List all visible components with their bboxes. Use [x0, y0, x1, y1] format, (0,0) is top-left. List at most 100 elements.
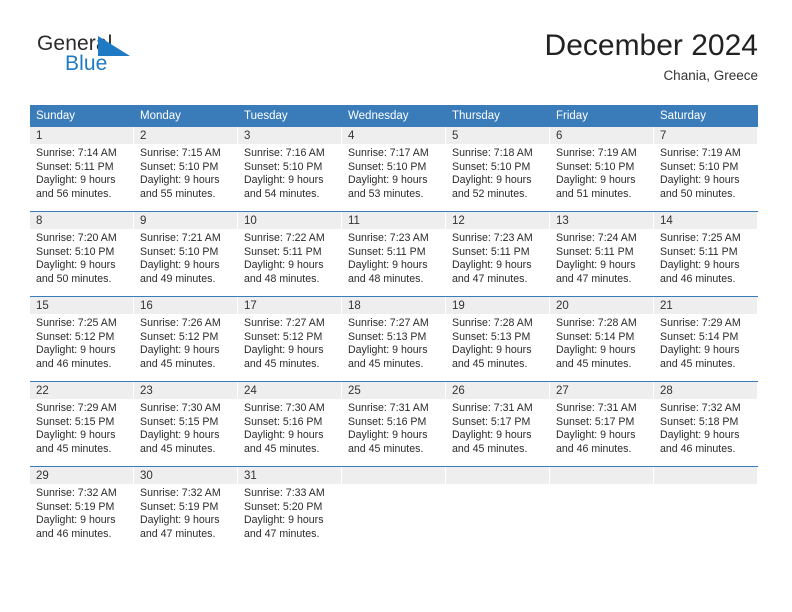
daylight-text-line2: and 45 minutes.: [244, 442, 320, 455]
calendar-cell[interactable]: 10 Sunrise: 7:22 AM Sunset: 5:11 PM Dayl…: [238, 211, 342, 297]
calendar-cell[interactable]: 7 Sunrise: 7:19 AM Sunset: 5:10 PM Dayli…: [654, 127, 758, 212]
calendar-cell[interactable]: 12 Sunrise: 7:23 AM Sunset: 5:11 PM Dayl…: [446, 211, 550, 297]
calendar-cell[interactable]: 11 Sunrise: 7:23 AM Sunset: 5:11 PM Dayl…: [342, 211, 446, 297]
calendar-cell[interactable]: 22 Sunrise: 7:29 AM Sunset: 5:15 PM Dayl…: [30, 381, 134, 467]
daylight-text-line1: Daylight: 9 hours: [556, 344, 636, 357]
day-cell[interactable]: 24 Sunrise: 7:30 AM Sunset: 5:16 PM Dayl…: [238, 382, 342, 466]
calendar-cell[interactable]: 13 Sunrise: 7:24 AM Sunset: 5:11 PM Dayl…: [550, 211, 654, 297]
sunrise-text: Sunrise: 7:14 AM: [36, 147, 117, 159]
calendar-cell[interactable]: 31 Sunrise: 7:33 AM Sunset: 5:20 PM Dayl…: [238, 466, 342, 551]
day-details: Sunrise: 7:16 AM Sunset: 5:10 PM Dayligh…: [238, 144, 341, 201]
sunset-text: Sunset: 5:12 PM: [36, 330, 115, 343]
sunrise-text: Sunrise: 7:21 AM: [140, 232, 221, 244]
day-cell[interactable]: 26 Sunrise: 7:31 AM Sunset: 5:17 PM Dayl…: [446, 382, 550, 466]
day-cell[interactable]: 29 Sunrise: 7:32 AM Sunset: 5:19 PM Dayl…: [30, 467, 134, 551]
day-cell[interactable]: 27 Sunrise: 7:31 AM Sunset: 5:17 PM Dayl…: [550, 382, 654, 466]
daylight-text-line1: Daylight: 9 hours: [660, 344, 740, 357]
day-cell[interactable]: 1 Sunrise: 7:14 AM Sunset: 5:11 PM Dayli…: [30, 127, 134, 211]
day-cell[interactable]: 22 Sunrise: 7:29 AM Sunset: 5:15 PM Dayl…: [30, 382, 134, 466]
sunset-text: Sunset: 5:11 PM: [660, 245, 738, 258]
day-cell[interactable]: 16 Sunrise: 7:26 AM Sunset: 5:12 PM Dayl…: [134, 297, 238, 381]
calendar-cell[interactable]: 15 Sunrise: 7:25 AM Sunset: 5:12 PM Dayl…: [30, 296, 134, 382]
day-cell[interactable]: 5 Sunrise: 7:18 AM Sunset: 5:10 PM Dayli…: [446, 127, 550, 211]
day-cell[interactable]: 23 Sunrise: 7:30 AM Sunset: 5:15 PM Dayl…: [134, 382, 238, 466]
sunset-text: Sunset: 5:11 PM: [244, 245, 322, 258]
calendar-cell[interactable]: 18 Sunrise: 7:27 AM Sunset: 5:13 PM Dayl…: [342, 296, 446, 382]
calendar-cell[interactable]: 20 Sunrise: 7:28 AM Sunset: 5:14 PM Dayl…: [550, 296, 654, 382]
brand-logo[interactable]: General Blue: [30, 32, 230, 88]
day-number: 3: [238, 127, 341, 144]
calendar-cell: [342, 466, 446, 551]
calendar-cell[interactable]: 8 Sunrise: 7:20 AM Sunset: 5:10 PM Dayli…: [30, 211, 134, 297]
calendar-cell[interactable]: 19 Sunrise: 7:28 AM Sunset: 5:13 PM Dayl…: [446, 296, 550, 382]
sunrise-text: Sunrise: 7:27 AM: [244, 317, 325, 329]
day-cell[interactable]: 2 Sunrise: 7:15 AM Sunset: 5:10 PM Dayli…: [134, 127, 238, 211]
page-subtitle-location: Chania, Greece: [663, 68, 758, 83]
day-cell[interactable]: 31 Sunrise: 7:33 AM Sunset: 5:20 PM Dayl…: [238, 467, 342, 551]
day-cell[interactable]: 9 Sunrise: 7:21 AM Sunset: 5:10 PM Dayli…: [134, 212, 238, 296]
daylight-text-line1: Daylight: 9 hours: [140, 259, 220, 272]
day-cell[interactable]: 7 Sunrise: 7:19 AM Sunset: 5:10 PM Dayli…: [654, 127, 758, 211]
daylight-text-line1: Daylight: 9 hours: [36, 259, 116, 272]
day-cell[interactable]: 15 Sunrise: 7:25 AM Sunset: 5:12 PM Dayl…: [30, 297, 134, 381]
day-details: Sunrise: 7:30 AM Sunset: 5:16 PM Dayligh…: [238, 399, 341, 456]
day-cell[interactable]: 8 Sunrise: 7:20 AM Sunset: 5:10 PM Dayli…: [30, 212, 134, 296]
calendar-cell[interactable]: 17 Sunrise: 7:27 AM Sunset: 5:12 PM Dayl…: [238, 296, 342, 382]
calendar-cell[interactable]: 25 Sunrise: 7:31 AM Sunset: 5:16 PM Dayl…: [342, 381, 446, 467]
day-cell[interactable]: 4 Sunrise: 7:17 AM Sunset: 5:10 PM Dayli…: [342, 127, 446, 211]
daylight-text-line2: and 47 minutes.: [244, 527, 320, 540]
calendar-cell[interactable]: 6 Sunrise: 7:19 AM Sunset: 5:10 PM Dayli…: [550, 127, 654, 212]
calendar-cell[interactable]: 29 Sunrise: 7:32 AM Sunset: 5:19 PM Dayl…: [30, 466, 134, 551]
calendar-cell[interactable]: 30 Sunrise: 7:32 AM Sunset: 5:19 PM Dayl…: [134, 466, 238, 551]
weekday-header-friday: Friday: [550, 105, 654, 127]
sunrise-text: Sunrise: 7:22 AM: [244, 232, 325, 244]
calendar-cell[interactable]: 24 Sunrise: 7:30 AM Sunset: 5:16 PM Dayl…: [238, 381, 342, 467]
day-cell[interactable]: 25 Sunrise: 7:31 AM Sunset: 5:16 PM Dayl…: [342, 382, 446, 466]
calendar-cell[interactable]: 9 Sunrise: 7:21 AM Sunset: 5:10 PM Dayli…: [134, 211, 238, 297]
calendar-cell[interactable]: 3 Sunrise: 7:16 AM Sunset: 5:10 PM Dayli…: [238, 127, 342, 212]
day-cell[interactable]: 17 Sunrise: 7:27 AM Sunset: 5:12 PM Dayl…: [238, 297, 342, 381]
day-cell[interactable]: 21 Sunrise: 7:29 AM Sunset: 5:14 PM Dayl…: [654, 297, 758, 381]
day-number: 7: [654, 127, 757, 144]
day-number: 26: [446, 382, 549, 399]
sunset-text: Sunset: 5:16 PM: [244, 415, 323, 428]
calendar-cell[interactable]: 27 Sunrise: 7:31 AM Sunset: 5:17 PM Dayl…: [550, 381, 654, 467]
day-cell[interactable]: 30 Sunrise: 7:32 AM Sunset: 5:19 PM Dayl…: [134, 467, 238, 551]
sunset-text: Sunset: 5:11 PM: [36, 160, 114, 173]
day-cell[interactable]: 10 Sunrise: 7:22 AM Sunset: 5:11 PM Dayl…: [238, 212, 342, 296]
day-details: Sunrise: 7:31 AM Sunset: 5:17 PM Dayligh…: [446, 399, 549, 456]
calendar-cell[interactable]: 4 Sunrise: 7:17 AM Sunset: 5:10 PM Dayli…: [342, 127, 446, 212]
day-cell[interactable]: 18 Sunrise: 7:27 AM Sunset: 5:13 PM Dayl…: [342, 297, 446, 381]
daylight-text-line2: and 45 minutes.: [556, 357, 632, 370]
sunset-text: Sunset: 5:10 PM: [244, 160, 323, 173]
day-cell[interactable]: 11 Sunrise: 7:23 AM Sunset: 5:11 PM Dayl…: [342, 212, 446, 296]
day-cell[interactable]: 12 Sunrise: 7:23 AM Sunset: 5:11 PM Dayl…: [446, 212, 550, 296]
day-details: Sunrise: 7:28 AM Sunset: 5:13 PM Dayligh…: [446, 314, 549, 371]
day-cell[interactable]: 3 Sunrise: 7:16 AM Sunset: 5:10 PM Dayli…: [238, 127, 342, 211]
day-cell[interactable]: 19 Sunrise: 7:28 AM Sunset: 5:13 PM Dayl…: [446, 297, 550, 381]
day-number: 13: [550, 212, 653, 229]
day-cell[interactable]: 20 Sunrise: 7:28 AM Sunset: 5:14 PM Dayl…: [550, 297, 654, 381]
calendar-cell[interactable]: 26 Sunrise: 7:31 AM Sunset: 5:17 PM Dayl…: [446, 381, 550, 467]
daylight-text-line2: and 47 minutes.: [140, 527, 216, 540]
day-cell[interactable]: 13 Sunrise: 7:24 AM Sunset: 5:11 PM Dayl…: [550, 212, 654, 296]
day-cell[interactable]: 6 Sunrise: 7:19 AM Sunset: 5:10 PM Dayli…: [550, 127, 654, 211]
calendar-cell[interactable]: 5 Sunrise: 7:18 AM Sunset: 5:10 PM Dayli…: [446, 127, 550, 212]
calendar-cell[interactable]: 14 Sunrise: 7:25 AM Sunset: 5:11 PM Dayl…: [654, 211, 758, 297]
day-cell[interactable]: 28 Sunrise: 7:32 AM Sunset: 5:18 PM Dayl…: [654, 382, 758, 466]
daylight-text-line2: and 45 minutes.: [348, 442, 424, 455]
daylight-text-line1: Daylight: 9 hours: [36, 429, 116, 442]
sunset-text: Sunset: 5:10 PM: [36, 245, 115, 258]
sunrise-text: Sunrise: 7:32 AM: [140, 487, 221, 499]
calendar-cell[interactable]: 2 Sunrise: 7:15 AM Sunset: 5:10 PM Dayli…: [134, 127, 238, 212]
brand-name-blue: Blue: [65, 52, 108, 75]
calendar-cell[interactable]: 21 Sunrise: 7:29 AM Sunset: 5:14 PM Dayl…: [654, 296, 758, 382]
calendar-cell[interactable]: 28 Sunrise: 7:32 AM Sunset: 5:18 PM Dayl…: [654, 381, 758, 467]
day-details: Sunrise: 7:25 AM Sunset: 5:12 PM Dayligh…: [30, 314, 133, 371]
calendar-cell[interactable]: 1 Sunrise: 7:14 AM Sunset: 5:11 PM Dayli…: [30, 127, 134, 212]
day-cell[interactable]: 14 Sunrise: 7:25 AM Sunset: 5:11 PM Dayl…: [654, 212, 758, 296]
calendar-cell[interactable]: 16 Sunrise: 7:26 AM Sunset: 5:12 PM Dayl…: [134, 296, 238, 382]
day-details: Sunrise: 7:28 AM Sunset: 5:14 PM Dayligh…: [550, 314, 653, 371]
day-number: 19: [446, 297, 549, 314]
calendar-cell[interactable]: 23 Sunrise: 7:30 AM Sunset: 5:15 PM Dayl…: [134, 381, 238, 467]
